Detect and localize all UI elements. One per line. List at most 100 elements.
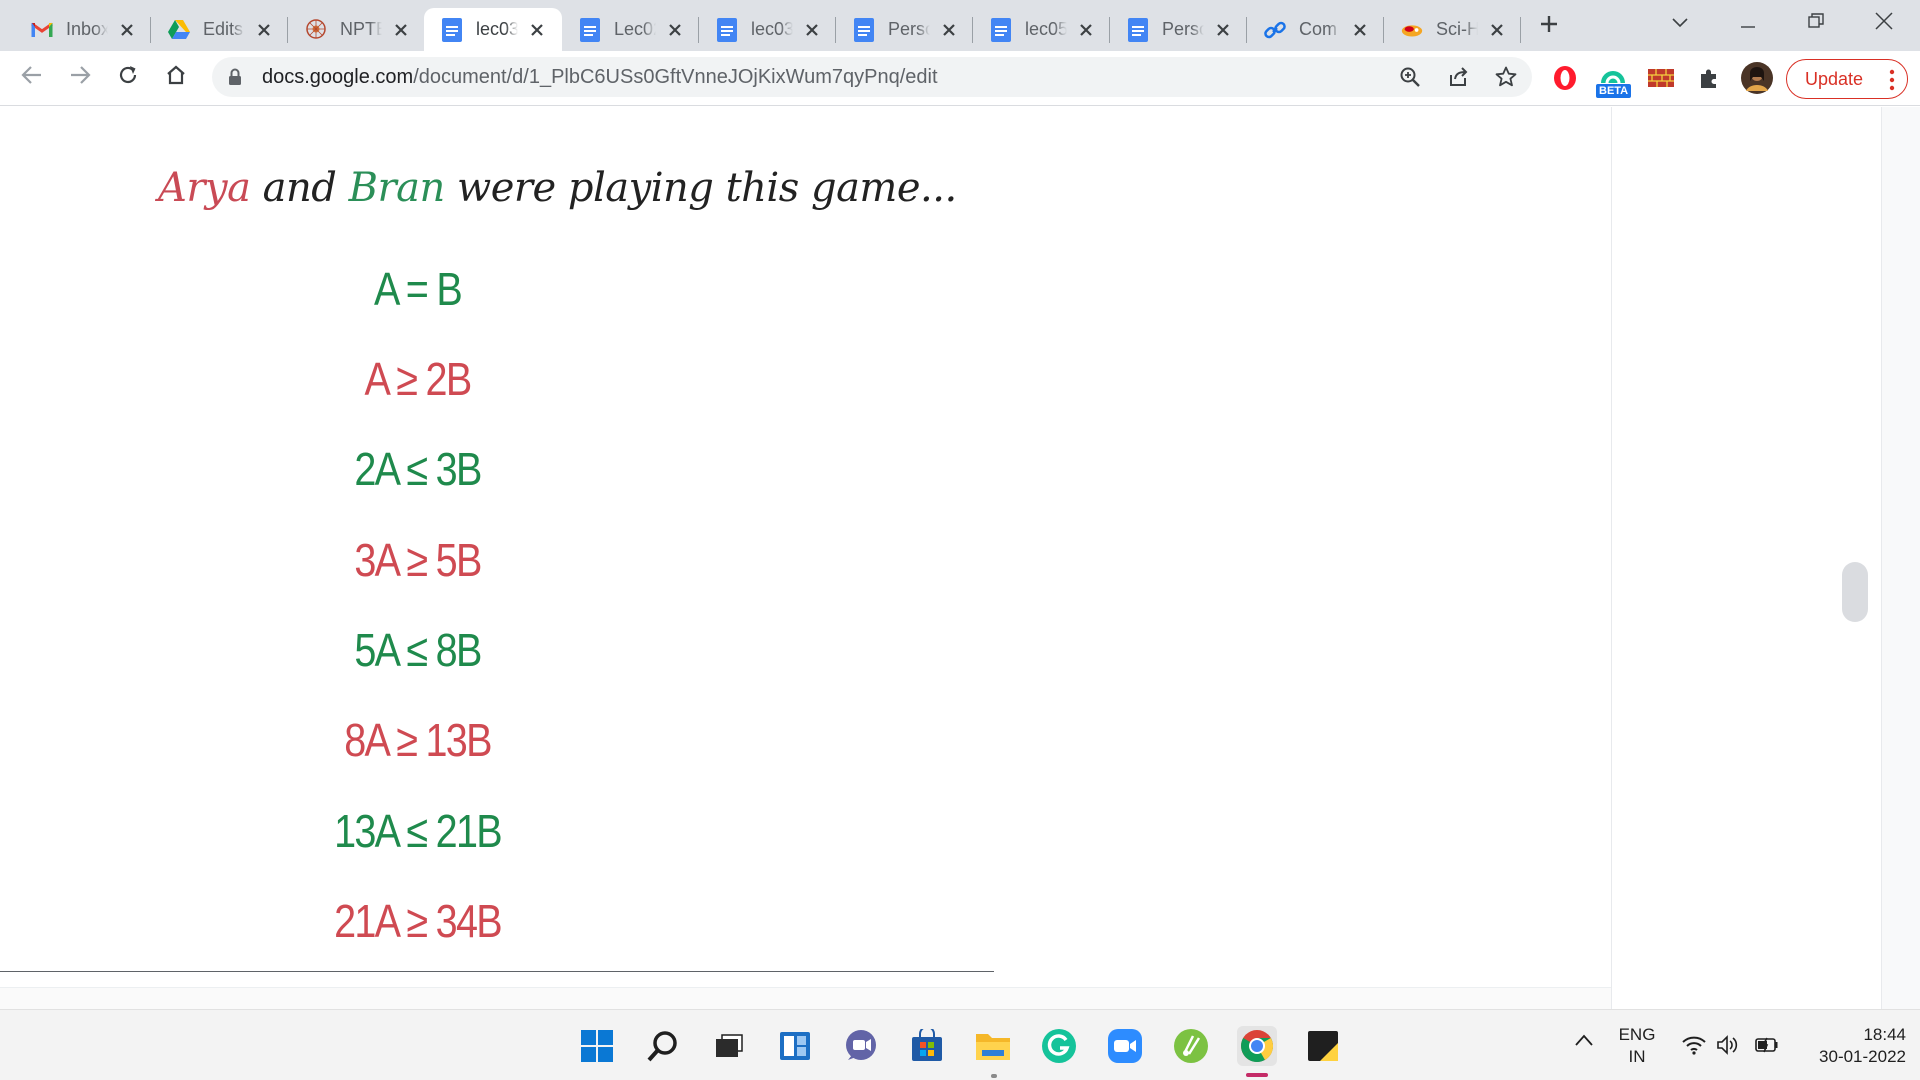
tab-gmail[interactable]: Inbox xyxy=(14,8,148,51)
close-tab-icon[interactable] xyxy=(664,19,686,41)
tab-title: Com xyxy=(1299,19,1338,39)
microsoft-store-icon[interactable] xyxy=(907,1026,947,1066)
google-docs-icon xyxy=(1126,17,1150,42)
system-clock[interactable]: 18:44 30-01-2022 xyxy=(1786,1024,1906,1068)
grammarly-icon[interactable] xyxy=(1039,1026,1079,1066)
heading-text-rest: were playing this game... xyxy=(444,165,957,211)
tab-title: lec03 xyxy=(476,19,518,39)
file-explorer-icon[interactable] xyxy=(973,1026,1013,1066)
share-icon[interactable] xyxy=(1446,65,1470,89)
search-icon[interactable] xyxy=(643,1026,683,1066)
tab-title: Perso xyxy=(888,19,930,39)
tab-personal-2[interactable]: Perso xyxy=(1110,8,1244,51)
close-tab-icon[interactable] xyxy=(526,19,548,41)
lock-icon[interactable] xyxy=(228,68,242,90)
equation-line: 13A ≤ 21B xyxy=(334,805,503,857)
horizontal-rule xyxy=(0,971,994,972)
windows-start-icon[interactable] xyxy=(577,1026,617,1066)
teams-chat-icon[interactable] xyxy=(841,1026,881,1066)
tab-sci-hub[interactable]: Sci-H xyxy=(1384,8,1518,51)
equation-line: A = B xyxy=(373,263,463,315)
beta-badge: BETA xyxy=(1596,84,1632,98)
arrow-left-icon xyxy=(21,65,43,89)
chrome-icon[interactable] xyxy=(1237,1026,1277,1066)
url-text[interactable]: docs.google.com/document/d/1_PlbC6USs0Gf… xyxy=(262,66,938,89)
scrollbar-track[interactable] xyxy=(1881,107,1920,1009)
tab-nptel[interactable]: NPTEL xyxy=(288,8,422,51)
close-window-button[interactable] xyxy=(1864,8,1904,38)
close-tab-icon[interactable] xyxy=(116,19,138,41)
document-canvas[interactable]: Arya and Bran were playing this game... … xyxy=(0,107,1611,1009)
close-tab-icon[interactable] xyxy=(1486,19,1508,41)
close-tab-icon[interactable] xyxy=(390,19,412,41)
input-language-indicator[interactable]: ENG IN xyxy=(1612,1024,1662,1068)
tab-com[interactable]: Com xyxy=(1247,8,1381,51)
sticky-notes-icon[interactable] xyxy=(1303,1026,1343,1066)
close-tab-icon[interactable] xyxy=(1349,19,1371,41)
close-icon xyxy=(1875,12,1893,34)
tab-title: Perso xyxy=(1162,19,1204,39)
reload-button[interactable] xyxy=(110,59,146,95)
tab-search-button[interactable] xyxy=(1660,8,1700,38)
close-tab-icon[interactable] xyxy=(938,19,960,41)
tab-lec03-active[interactable]: lec03 xyxy=(424,8,562,51)
google-drive-icon xyxy=(167,18,191,42)
active-app-indicator xyxy=(1246,1073,1268,1077)
page-content: Arya and Bran were playing this game... … xyxy=(0,107,1920,1009)
tab-lec05[interactable]: lec05 xyxy=(973,8,1107,51)
gmail-icon xyxy=(30,18,54,42)
zoom-icon[interactable] xyxy=(1105,1026,1145,1066)
heading-name-bran: Bran xyxy=(348,165,446,211)
forward-button[interactable] xyxy=(62,59,98,95)
sci-hub-icon xyxy=(1400,18,1424,42)
home-button[interactable] xyxy=(158,59,194,95)
tab-title: Lec02 xyxy=(614,19,656,39)
minimize-icon xyxy=(1740,14,1756,33)
language-code: ENG xyxy=(1618,1025,1656,1044)
more-vert-icon xyxy=(1889,69,1895,95)
windows-taskbar: ENG IN 18:44 30-01-2022 xyxy=(0,1009,1920,1080)
address-bar[interactable]: docs.google.com/document/d/1_PlbC6USs0Gf… xyxy=(212,57,1532,97)
document-heading: Arya and Bran were playing this game... xyxy=(158,165,957,211)
back-button[interactable] xyxy=(14,59,50,95)
battery-icon[interactable] xyxy=(1752,1032,1780,1058)
restore-icon xyxy=(1808,13,1824,33)
opera-extension-icon[interactable] xyxy=(1548,61,1582,95)
equation-line: 5A ≤ 8B xyxy=(354,624,482,676)
wifi-icon[interactable] xyxy=(1680,1032,1708,1058)
tab-drive[interactable]: Edits xyxy=(151,8,285,51)
tab-title: Edits xyxy=(203,19,244,39)
close-tab-icon[interactable] xyxy=(801,19,823,41)
volume-icon[interactable] xyxy=(1714,1032,1742,1058)
close-tab-icon[interactable] xyxy=(253,19,275,41)
minimize-button[interactable] xyxy=(1728,8,1768,38)
tab-title: NPTEL xyxy=(340,19,382,39)
widgets-icon[interactable] xyxy=(775,1026,815,1066)
task-view-icon[interactable] xyxy=(709,1026,749,1066)
running-indicator xyxy=(991,1074,997,1078)
tab-personal-1[interactable]: Perso xyxy=(836,8,970,51)
extensions-puzzle-icon[interactable] xyxy=(1692,61,1726,95)
scrollbar-thumb[interactable] xyxy=(1842,562,1868,622)
bookmark-star-icon[interactable] xyxy=(1494,65,1518,89)
zoom-icon[interactable] xyxy=(1398,65,1422,89)
new-tab-button[interactable] xyxy=(1534,11,1564,41)
link-icon xyxy=(1263,18,1287,42)
tab-lec02[interactable]: Lec02 xyxy=(562,8,696,51)
heading-text-and: and xyxy=(250,165,349,211)
close-tab-icon[interactable] xyxy=(1212,19,1234,41)
profile-avatar[interactable] xyxy=(1740,61,1774,95)
tab-lec03[interactable]: lec03 xyxy=(699,8,833,51)
equation-line: A ≥ 2B xyxy=(364,353,473,405)
update-button[interactable]: Update xyxy=(1786,59,1908,99)
unknown-app-icon[interactable] xyxy=(1171,1026,1211,1066)
close-tab-icon[interactable] xyxy=(1075,19,1097,41)
restore-button[interactable] xyxy=(1796,8,1836,38)
equation-line: 21A ≥ 34B xyxy=(334,895,503,947)
language-region: IN xyxy=(1628,1047,1646,1066)
reload-icon xyxy=(117,64,139,90)
google-docs-icon xyxy=(715,17,739,42)
brick-wall-extension-icon[interactable] xyxy=(1644,61,1678,95)
show-hidden-icons-chevron-icon[interactable] xyxy=(1574,1032,1594,1051)
nptel-icon xyxy=(304,18,328,42)
